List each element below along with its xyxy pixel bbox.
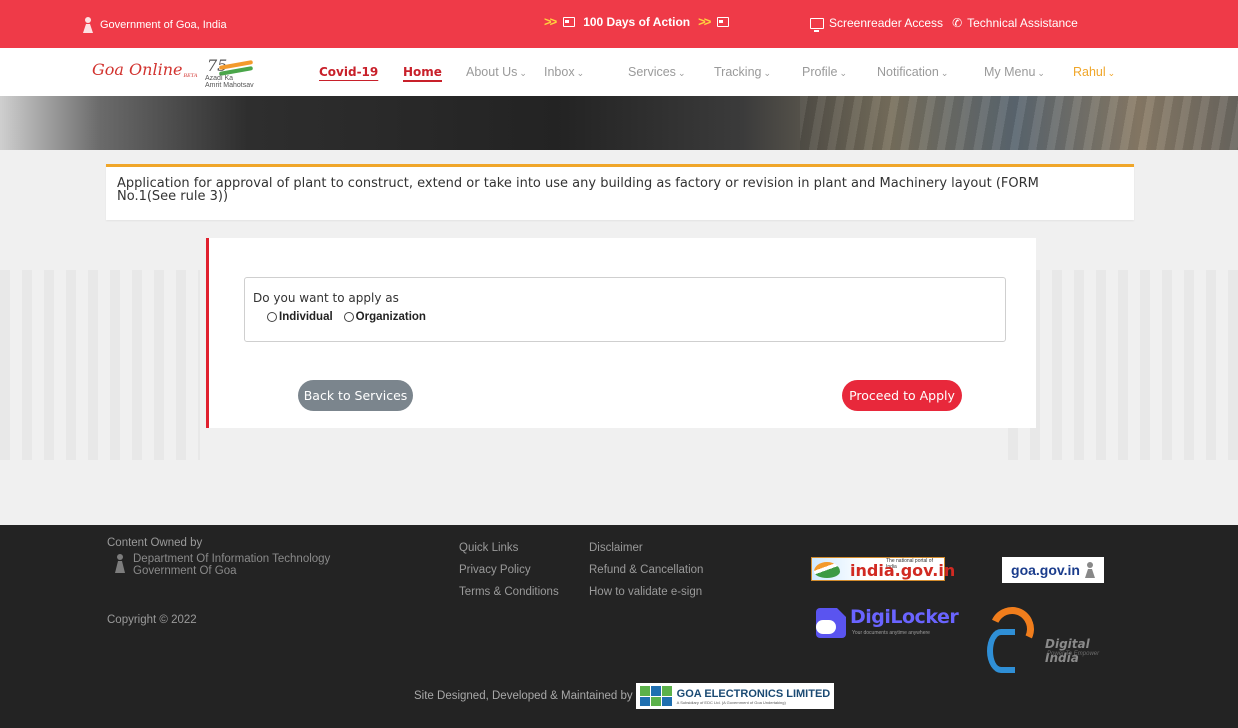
proceed-to-apply-button[interactable]: Proceed to Apply: [842, 380, 962, 411]
chevron-down-icon: ⌄: [519, 68, 527, 78]
nav-item-services[interactable]: Services ⌄: [628, 65, 685, 79]
footer-link-quick-links[interactable]: Quick Links: [459, 537, 559, 559]
chevron-right-icon: >>: [544, 14, 557, 29]
digilocker-text: DigiLocker: [850, 606, 959, 628]
chevron-down-icon: ⌄: [839, 68, 847, 78]
emblem-icon: [82, 17, 94, 33]
chevron-down-icon: ⌄: [677, 68, 686, 78]
gel-subtitle: A Subsidiary of EDC Ltd. (A Government o…: [676, 699, 786, 705]
nav-item-tracking[interactable]: Tracking ⌄: [714, 65, 771, 79]
id-card-icon: [563, 16, 576, 27]
goa-gov-in-logo[interactable]: goa.gov.in: [1002, 557, 1104, 583]
digital-india-tagline: Power To Empower: [1047, 651, 1100, 657]
digilocker-tagline: Your documents anytime anywhere: [852, 630, 930, 636]
background-building-decoration: [0, 270, 200, 460]
footer-links-column-2: Disclaimer Refund & Cancellation How to …: [589, 537, 703, 603]
apply-as-fieldset: Do you want to apply as Individual Organ…: [244, 277, 1006, 342]
chevron-right-icon: >>: [698, 14, 711, 29]
chevron-down-icon: ⌄: [940, 68, 949, 78]
government-label: Government of Goa, India: [82, 17, 227, 33]
background-building-decoration: [1008, 270, 1238, 460]
department-info: Department Of Information Technology Gove…: [113, 553, 330, 577]
footer-link-validate-esign[interactable]: How to validate e-sign: [589, 581, 703, 603]
digital-india-logo[interactable]: Digital India Power To Empower: [983, 600, 1115, 673]
application-title-card: Application for approval of plant to con…: [106, 164, 1134, 220]
india-gov-in-logo[interactable]: The national portal of India india.gov.i…: [811, 557, 955, 581]
screenreader-access-link[interactable]: Screenreader Access: [829, 16, 943, 30]
azadi-ka-amrit-mahotsav-logo: 75 Azadi Ka Amrit Mahotsav: [205, 56, 255, 90]
phone-icon: ✆: [952, 16, 963, 30]
government-text: Government of Goa, India: [100, 19, 227, 31]
nav-item-home[interactable]: Home: [403, 65, 442, 82]
id-card-icon: [717, 16, 730, 27]
gel-name: GOA ELECTRONICS LIMITED: [676, 687, 831, 700]
nav-item-my-menu[interactable]: My Menu ⌄: [984, 65, 1045, 79]
footer-link-privacy-policy[interactable]: Privacy Policy: [459, 559, 559, 581]
nav-item-profile[interactable]: Profile ⌄: [802, 65, 847, 79]
emblem-icon: [113, 553, 127, 575]
gel-grid-icon: [639, 686, 672, 706]
hero-banner: [0, 96, 1238, 150]
site-designed-by: Site Designed, Developed & Maintained by…: [414, 683, 835, 709]
footer-link-disclaimer[interactable]: Disclaimer: [589, 537, 703, 559]
india-gov-swoosh-icon: [814, 562, 840, 578]
azadi-logo-text: Azadi Ka Amrit Mahotsav: [205, 75, 254, 89]
top-bar: Government of Goa, India >> 100 Days of …: [0, 0, 1238, 48]
brand-text: Goa Online: [92, 60, 183, 79]
back-to-services-button[interactable]: Back to Services: [298, 380, 413, 411]
goa-electronics-limited-logo[interactable]: GOA ELECTRONICS LIMITED A Subsidiary of …: [635, 683, 835, 709]
chevron-down-icon: ⌄: [1107, 68, 1116, 78]
goa-online-logo[interactable]: Goa OnlineBETA: [92, 60, 197, 79]
radio-individual[interactable]: [267, 312, 277, 322]
goa-gov-text: goa.gov.in: [1011, 562, 1080, 578]
india-gov-text: india.gov.in: [850, 561, 956, 580]
nav-item-inbox[interactable]: Inbox ⌄: [544, 65, 584, 79]
digital-india-arc-icon: [987, 629, 1015, 673]
emblem-icon: [1085, 562, 1095, 578]
radio-individual-label[interactable]: Individual: [279, 311, 333, 323]
digilocker-logo[interactable]: DigiLocker Your documents anytime anywhe…: [812, 605, 959, 639]
nav-item-user-rahul[interactable]: Rahul ⌄: [1073, 65, 1115, 79]
footer-links-column-1: Quick Links Privacy Policy Terms & Condi…: [459, 537, 559, 603]
copyright: Copyright © 2022: [107, 614, 197, 626]
main-navigation: Goa OnlineBETA 75 Azadi Ka Amrit Mahotsav…: [0, 48, 1238, 96]
content-owned-label: Content Owned by: [107, 537, 203, 549]
apply-as-form-card: Do you want to apply as Individual Organ…: [206, 238, 1036, 428]
nav-item-covid-19[interactable]: Covid-19: [319, 65, 378, 80]
monitor-icon: [810, 17, 824, 32]
footer-link-refund-cancellation[interactable]: Refund & Cancellation: [589, 559, 703, 581]
application-title: Application for approval of plant to con…: [117, 176, 1039, 204]
apply-as-question: Do you want to apply as: [253, 291, 399, 305]
chevron-down-icon: ⌄: [1037, 68, 1045, 78]
footer-link-terms-conditions[interactable]: Terms & Conditions: [459, 581, 559, 603]
radio-organization-label[interactable]: Organization: [356, 311, 426, 323]
technical-assistance-link[interactable]: Technical Assistance: [967, 16, 1078, 30]
campaign-label: 100 Days of Action: [583, 14, 691, 29]
footer: Content Owned by Department Of Informati…: [0, 525, 1238, 728]
radio-organization[interactable]: [343, 312, 354, 322]
nav-item-notification[interactable]: Notification ⌄: [877, 65, 948, 79]
department-text: Department Of Information Technology Gove…: [133, 553, 331, 577]
apply-as-options: Individual Organization: [267, 311, 437, 323]
accessibility-links: Screenreader Access ✆ Technical Assistan…: [810, 16, 1078, 32]
campaign-banner[interactable]: >> 100 Days of Action >>: [544, 14, 730, 29]
brand-beta: BETA: [183, 73, 198, 79]
chevron-down-icon: ⌄: [576, 68, 585, 78]
chevron-down-icon: ⌄: [763, 68, 772, 78]
gel-text: GOA ELECTRONICS LIMITED A Subsidiary of …: [677, 688, 831, 705]
nav-item-about-us[interactable]: About Us ⌄: [466, 65, 527, 79]
digilocker-cloud-icon: [816, 608, 846, 638]
designed-by-text: Site Designed, Developed & Maintained by: [414, 690, 633, 702]
